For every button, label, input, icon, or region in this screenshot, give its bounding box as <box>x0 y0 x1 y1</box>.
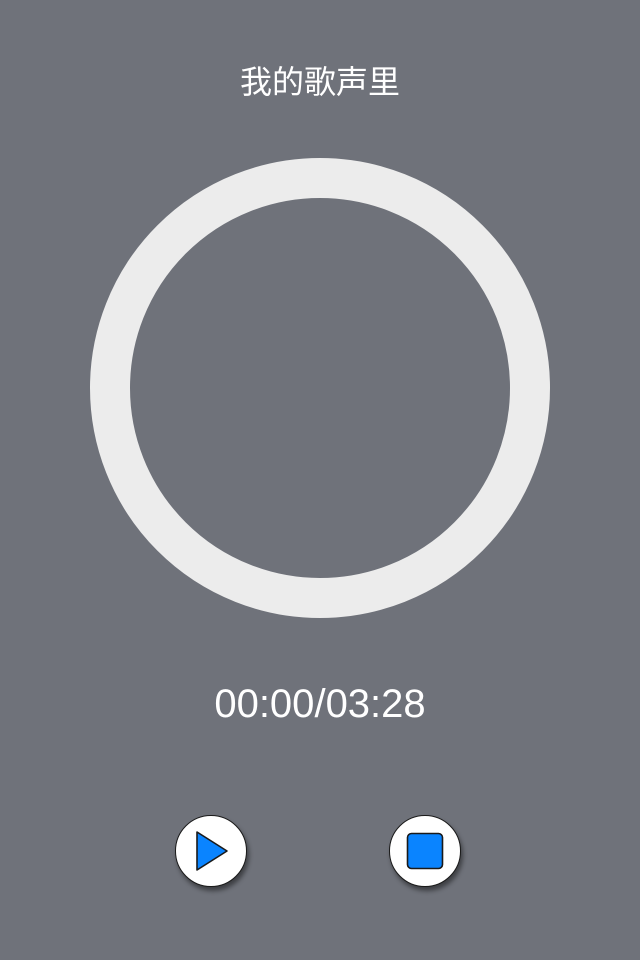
song-title: 我的歌声里 <box>239 63 400 101</box>
progress-ring <box>90 158 550 618</box>
elapsed-time: 00:00 <box>214 682 315 726</box>
stop-button[interactable] <box>389 815 461 887</box>
play-icon <box>196 831 228 871</box>
play-button[interactable] <box>175 815 247 887</box>
progress-ring-track <box>90 158 550 618</box>
stop-icon <box>406 832 444 870</box>
total-duration: 03:28 <box>325 682 426 726</box>
time-separator: / <box>314 682 326 726</box>
time-readout: 00:00/03:28 <box>0 680 640 728</box>
